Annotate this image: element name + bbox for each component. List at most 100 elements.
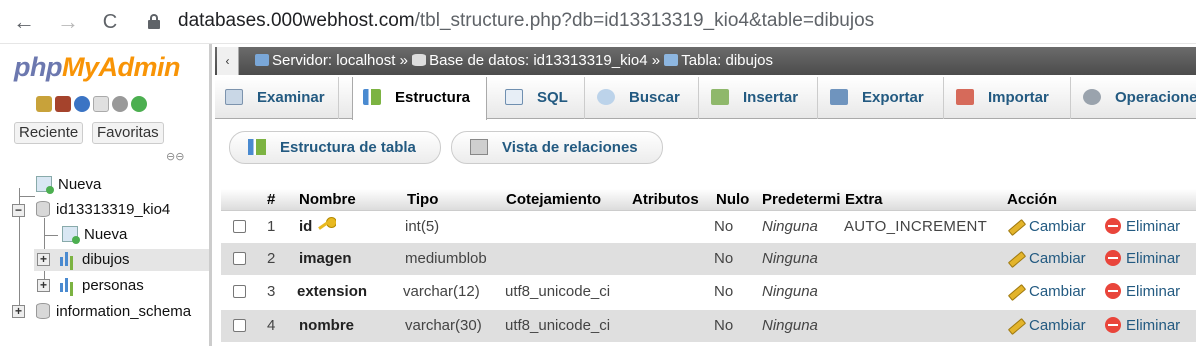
favorites-tab[interactable]: Favoritas — [92, 122, 164, 144]
tab-estructura[interactable]: Estructura — [352, 77, 487, 120]
cell-name[interactable]: extension — [297, 276, 367, 308]
tree-item-table-personas[interactable]: personas — [58, 275, 144, 297]
cell-name[interactable]: nombre — [299, 310, 354, 342]
drop-link[interactable]: Eliminar — [1105, 211, 1180, 243]
tab-operaciones[interactable]: Operaciones — [1073, 77, 1196, 119]
tree-item-label: personas — [82, 277, 144, 294]
cell-null: No — [714, 283, 734, 300]
cell-num: 1 — [267, 218, 276, 235]
import-icon — [956, 89, 974, 105]
drop-link[interactable]: Eliminar — [1105, 243, 1180, 275]
table-row: 4 nombre varchar(30) utf8_unicode_ci No … — [221, 310, 1196, 342]
expand-icon[interactable]: + — [37, 279, 50, 292]
table-structure-button[interactable]: Estructura de tabla — [229, 131, 441, 164]
row-checkbox[interactable] — [233, 252, 246, 265]
navigation-panel: phpMyAdmin Reciente Favoritas ⊖⊖ Nueva −… — [0, 44, 212, 346]
relation-view-button[interactable]: Vista de relaciones — [451, 131, 663, 164]
export-icon — [830, 89, 848, 105]
expand-icon[interactable]: + — [37, 253, 50, 266]
change-link[interactable]: Cambiar — [1007, 310, 1086, 342]
tab-examinar[interactable]: Examinar — [215, 77, 339, 119]
refresh-icon[interactable] — [131, 96, 147, 112]
table-icon — [58, 251, 76, 267]
tree-item-label: dibujos — [82, 251, 130, 268]
cell-default: Ninguna — [762, 283, 818, 300]
logout-icon[interactable] — [55, 96, 71, 112]
cell-default: Ninguna — [762, 317, 818, 334]
phpmyadmin-logo[interactable]: phpMyAdmin — [14, 52, 180, 83]
search-icon — [597, 89, 615, 105]
insert-icon — [711, 89, 729, 105]
column-header-action[interactable]: Acción — [1007, 190, 1127, 210]
home-icon[interactable] — [36, 96, 52, 112]
row-checkbox[interactable] — [233, 319, 246, 332]
column-header-extra[interactable]: Extra — [845, 190, 1005, 210]
tab-exportar[interactable]: Exportar — [820, 77, 944, 119]
forward-arrow-icon[interactable]: → — [54, 8, 82, 36]
link-chain-icon[interactable]: ⊖⊖ — [166, 150, 184, 163]
breadcrumb-database[interactable]: Base de datos: id13313319_kio4 — [429, 52, 648, 69]
breadcrumb-separator: » — [399, 52, 408, 69]
column-header-attributes[interactable]: Atributos — [632, 190, 716, 210]
column-header-default[interactable]: Predeterminado — [762, 190, 840, 210]
delete-icon — [1105, 283, 1121, 299]
recent-tab[interactable]: Reciente — [14, 122, 84, 144]
row-checkbox[interactable] — [233, 220, 246, 233]
cell-collation: utf8_unicode_ci — [505, 283, 611, 300]
cell-default: Ninguna — [762, 250, 818, 267]
cell-num: 2 — [267, 250, 276, 267]
cell-extra: AUTO_INCREMENT — [844, 218, 988, 235]
relation-icon — [470, 139, 488, 155]
tab-bar: Examinar Estructura SQL Buscar Insertar … — [215, 77, 1196, 120]
breadcrumb-server[interactable]: Servidor: localhost — [272, 52, 395, 69]
browser-toolbar: ← → C databases.000webhost.com/tbl_struc… — [0, 0, 1196, 44]
expand-icon[interactable]: + — [12, 305, 25, 318]
tree-line — [19, 196, 35, 197]
gear-icon[interactable] — [112, 96, 128, 112]
tree-item-label: Nueva — [58, 176, 102, 193]
tree-item-new-db[interactable]: Nueva — [36, 174, 101, 196]
change-link[interactable]: Cambiar — [1007, 276, 1086, 308]
main-content: ‹ Servidor: localhost » Base de datos: i… — [215, 44, 1196, 346]
column-header-name[interactable]: Nombre — [299, 190, 399, 210]
database-icon — [36, 303, 50, 319]
drop-link[interactable]: Eliminar — [1105, 310, 1180, 342]
drop-link[interactable]: Eliminar — [1105, 276, 1180, 308]
lock-icon[interactable] — [148, 14, 160, 29]
docs-icon[interactable] — [93, 96, 109, 112]
cell-collation: utf8_unicode_ci — [505, 317, 611, 334]
table-icon — [58, 277, 76, 293]
breadcrumb-table[interactable]: Tabla: dibujos — [681, 52, 773, 69]
tab-sql[interactable]: SQL — [495, 77, 585, 119]
tree-item-table-dibujos[interactable]: dibujos — [58, 249, 130, 271]
tab-insertar[interactable]: Insertar — [701, 77, 818, 119]
reload-icon[interactable]: C — [96, 8, 124, 36]
tree-line — [44, 235, 58, 236]
change-link[interactable]: Cambiar — [1007, 243, 1086, 275]
column-header-num[interactable]: # — [267, 190, 283, 210]
tree-item-new-table[interactable]: Nueva — [62, 224, 127, 246]
collapse-panel-button[interactable]: ‹ — [217, 47, 239, 75]
cell-null: No — [714, 250, 734, 267]
collapse-icon[interactable]: − — [12, 204, 25, 217]
tab-buscar[interactable]: Buscar — [587, 77, 699, 119]
column-header-null[interactable]: Nulo — [716, 190, 760, 210]
column-header-collation[interactable]: Cotejamiento — [506, 190, 626, 210]
row-checkbox[interactable] — [233, 285, 246, 298]
tab-importar[interactable]: Importar — [946, 77, 1071, 119]
cell-name[interactable]: imagen — [299, 243, 352, 275]
column-header-type[interactable]: Tipo — [407, 190, 497, 210]
new-icon — [62, 226, 80, 244]
cell-name[interactable]: id — [299, 211, 337, 243]
tree-item-information-schema[interactable]: information_schema — [36, 301, 191, 323]
cell-default: Ninguna — [762, 218, 818, 235]
tree-item-database[interactable]: id13313319_kio4 — [36, 199, 170, 221]
tree-item-label: information_schema — [56, 303, 192, 320]
change-link[interactable]: Cambiar — [1007, 211, 1086, 243]
back-arrow-icon[interactable]: ← — [10, 8, 38, 36]
help-icon[interactable] — [74, 96, 90, 112]
sql-icon — [505, 89, 523, 105]
table-row: 1 id int(5) No Ninguna AUTO_INCREMENT Ca… — [221, 211, 1196, 243]
structure-icon — [248, 139, 266, 155]
address-bar[interactable]: databases.000webhost.com/tbl_structure.p… — [178, 10, 874, 32]
